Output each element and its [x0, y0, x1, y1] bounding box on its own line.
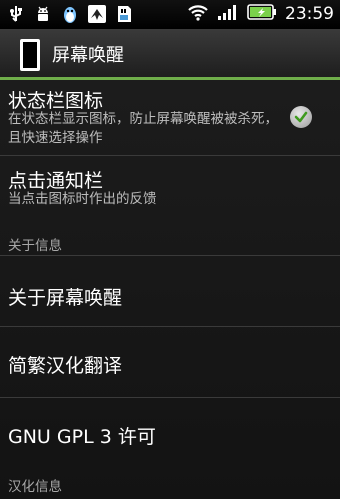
item-gpl-license[interactable]: GNU GPL 3 许可 [0, 398, 340, 468]
android-debug-icon [33, 4, 53, 24]
pref-title: 点击通知栏 [8, 170, 104, 192]
preference-list: 状态栏图标 在状态栏显示图标，防止屏幕唤醒被被杀死，且快速选择操作 点击通知栏 … [0, 80, 340, 499]
wifi-icon [187, 3, 209, 25]
bird-app-icon [87, 4, 107, 24]
signal-icon [217, 3, 239, 25]
section-header-about: 关于信息 [8, 238, 62, 254]
notification-icons [6, 4, 134, 24]
app-title-bar: 屏幕唤醒 [0, 29, 340, 77]
item-title: 简繁汉化翻译 [8, 355, 123, 377]
item-title: 关于屏幕唤醒 [8, 287, 123, 309]
pref-click-notification[interactable]: 点击通知栏 当点击图标时作出的反馈 [0, 156, 340, 226]
sd-card-icon [114, 4, 134, 24]
phone-outline-icon [20, 39, 40, 71]
pref-summary: 在状态栏显示图标，防止屏幕唤醒被被杀死，且快速选择操作 [8, 111, 278, 146]
pref-title: 状态栏图标 [8, 90, 104, 112]
checkbox-checked[interactable] [290, 106, 312, 128]
qq-penguin-icon [60, 4, 80, 24]
page-title: 屏幕唤醒 [52, 45, 124, 66]
item-about-app[interactable]: 关于屏幕唤醒 [0, 256, 340, 326]
usb-icon [6, 4, 26, 24]
battery-icon [247, 3, 277, 25]
pref-summary: 当点击图标时作出的反馈 [8, 191, 157, 207]
section-header-localization: 汉化信息 [8, 479, 62, 495]
status-bar: 23:59 [0, 0, 340, 29]
system-icons: 23:59 [187, 3, 334, 25]
clock: 23:59 [285, 4, 334, 24]
item-title: GNU GPL 3 许可 [8, 426, 156, 448]
pref-statusbar-icon[interactable]: 状态栏图标 在状态栏显示图标，防止屏幕唤醒被被杀死，且快速选择操作 [0, 80, 340, 155]
item-translation[interactable]: 简繁汉化翻译 [0, 327, 340, 397]
